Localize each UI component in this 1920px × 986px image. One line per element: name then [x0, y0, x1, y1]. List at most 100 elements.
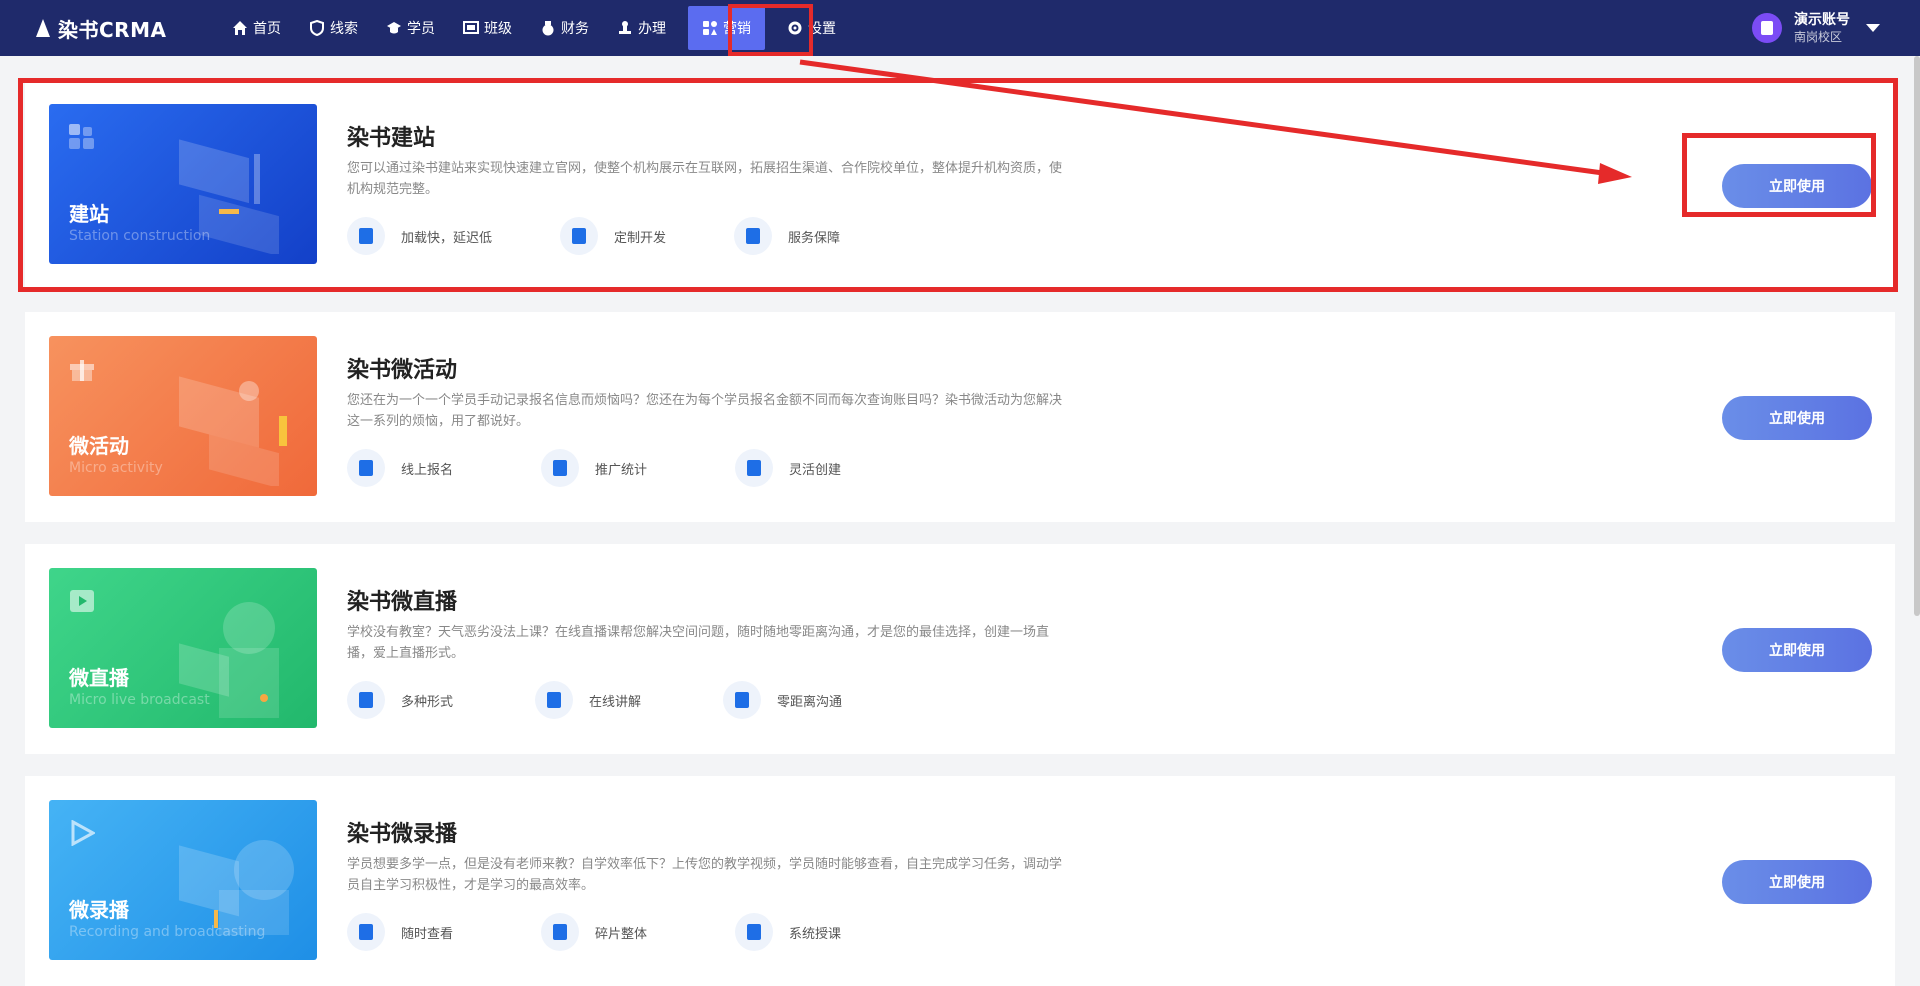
feature-label: 随时查看	[401, 926, 454, 942]
feature-label: 线上报名	[401, 462, 454, 478]
banner-title: 微活动	[69, 434, 129, 458]
user-info: 演示账号 南岗校区	[1794, 11, 1850, 45]
feature-item: 随时查看	[347, 913, 453, 951]
nav-item-leads[interactable]: 线索	[309, 0, 358, 56]
logo-icon	[36, 19, 50, 37]
document-icon	[347, 449, 385, 487]
stamp-icon	[619, 21, 631, 34]
use-now-button[interactable]: 立即使用	[1722, 396, 1872, 440]
product-card-website: 建站 Station construction 染书建站 您可以通过染书建站来实…	[25, 80, 1895, 290]
scrollbar[interactable]	[1914, 56, 1920, 616]
grid-app-icon	[69, 124, 94, 149]
feature-item: 线上报名	[347, 449, 453, 487]
feature-item: 推广统计	[541, 449, 647, 487]
folder-icon	[735, 449, 774, 487]
folder-icon	[734, 217, 773, 255]
feature-item: 服务保障	[734, 217, 840, 255]
feature-label: 定制开发	[614, 230, 667, 246]
card-title: 染书微录播	[347, 822, 458, 847]
banner-image: 微活动 Micro activity	[49, 336, 317, 496]
feature-label: 碎片整体	[595, 926, 648, 942]
nav-item-home[interactable]: 首页	[232, 0, 281, 56]
feature-item: 系统授课	[735, 913, 841, 951]
banner-title: 微录播	[69, 898, 129, 922]
banner-subtitle: Micro activity	[69, 460, 163, 476]
top-navigation-bar: 染书CRMA 首页 线索 学员 班级 财务 办理 营销 设置 演示账号 南岗校区	[0, 0, 1920, 56]
money-bag-icon	[542, 21, 554, 36]
feature-label: 零距离沟通	[777, 694, 843, 710]
user-menu[interactable]: 演示账号 南岗校区	[1752, 10, 1880, 46]
feature-item: 多种形式	[347, 681, 453, 719]
nav-label: 班级	[484, 21, 512, 37]
nav-item-finance[interactable]: 财务	[540, 0, 589, 56]
feature-list: 线上报名 推广统计 灵活创建	[347, 448, 841, 488]
feature-label: 灵活创建	[789, 462, 842, 478]
bookmark-icon	[535, 681, 574, 719]
document-icon	[347, 217, 385, 255]
user-campus: 南岗校区	[1794, 30, 1843, 44]
app-logo[interactable]: 染书CRMA	[34, 14, 166, 42]
use-now-button[interactable]: 立即使用	[1722, 860, 1872, 904]
nav-label: 学员	[407, 21, 435, 37]
nav-item-students[interactable]: 学员	[386, 0, 435, 56]
product-card-live: 微直播 Micro live broadcast 染书微直播 学校没有教室？天气…	[25, 544, 1895, 754]
bookmark-icon	[541, 449, 580, 487]
product-card-recording: 微录播 Recording and broadcasting 染书微录播 学员想…	[25, 776, 1895, 986]
marketing-icon	[703, 21, 717, 35]
card-description: 您可以通过染书建站来实现快速建立官网，使整个机构展示在互联网，拓展招生渠道、合作…	[347, 161, 1063, 197]
banner-subtitle: Micro live broadcast	[69, 692, 210, 708]
nav-item-classes[interactable]: 班级	[463, 0, 512, 56]
avatar[interactable]	[1752, 13, 1782, 43]
home-icon	[233, 21, 247, 35]
feature-item: 加载快，延迟低	[347, 217, 492, 255]
nav-label: 财务	[561, 21, 589, 37]
feature-label: 服务保障	[788, 230, 841, 246]
feature-item: 碎片整体	[541, 913, 647, 951]
folder-icon	[735, 913, 774, 951]
banner-illustration	[179, 376, 287, 486]
feature-item: 在线讲解	[535, 681, 641, 719]
feature-list: 多种形式 在线讲解 零距离沟通	[347, 680, 842, 720]
class-board-icon	[463, 21, 479, 34]
nav-label: 首页	[253, 21, 281, 37]
card-title: 染书建站	[347, 126, 436, 151]
folder-icon	[723, 681, 762, 719]
card-description: 学员想要多学一点，但是没有老师来教？自学效率低下？上传您的教学视频，学员随时能够…	[347, 857, 1063, 893]
feature-list: 加载快，延迟低 定制开发 服务保障	[347, 216, 840, 256]
feature-list: 随时查看 碎片整体 系统授课	[347, 912, 841, 952]
nav-item-handle[interactable]: 办理	[617, 0, 666, 56]
graduation-cap-icon	[387, 22, 401, 34]
annotation-box-nav	[728, 4, 813, 56]
banner-image: 微直播 Micro live broadcast	[49, 568, 317, 728]
feature-label: 推广统计	[595, 462, 648, 478]
feature-label: 在线讲解	[589, 694, 642, 710]
feature-item: 灵活创建	[735, 449, 841, 487]
use-now-button[interactable]: 立即使用	[1722, 628, 1872, 672]
shield-icon	[310, 20, 324, 36]
banner-title: 微直播	[69, 666, 129, 690]
document-icon	[347, 913, 385, 951]
user-name: 演示账号	[1794, 12, 1850, 28]
bookmark-icon	[541, 913, 580, 951]
document-icon	[347, 681, 385, 719]
banner-title: 建站	[69, 202, 109, 226]
feature-label: 加载快，延迟低	[401, 230, 493, 246]
feature-item: 零距离沟通	[723, 681, 842, 719]
chevron-down-icon[interactable]	[1866, 24, 1880, 32]
bookmark-icon	[560, 217, 599, 255]
feature-label: 系统授课	[789, 926, 842, 942]
banner-subtitle: Station construction	[69, 228, 211, 244]
card-title: 染书微活动	[347, 358, 458, 383]
banner-image: 建站 Station construction	[49, 104, 317, 264]
video-play-icon	[70, 590, 94, 612]
feature-item: 定制开发	[560, 217, 666, 255]
product-card-activity: 微活动 Micro activity 染书微活动 您还在为一个一个学员手动记录报…	[25, 312, 1895, 522]
feature-label: 多种形式	[401, 694, 454, 710]
card-description: 学校没有教室？天气恶劣没法上课？在线直播课帮您解决空间问题，随时随地零距离沟通，…	[347, 625, 1050, 661]
use-now-button[interactable]: 立即使用	[1722, 164, 1872, 208]
gift-icon	[70, 360, 94, 381]
card-title: 染书微直播	[347, 590, 458, 615]
nav-label: 线索	[330, 21, 358, 37]
nav-label: 办理	[638, 21, 666, 37]
card-description: 您还在为一个一个学员手动记录报名信息而烦恼吗？您还在为每个学员报名金额不同而每次…	[347, 393, 1063, 429]
